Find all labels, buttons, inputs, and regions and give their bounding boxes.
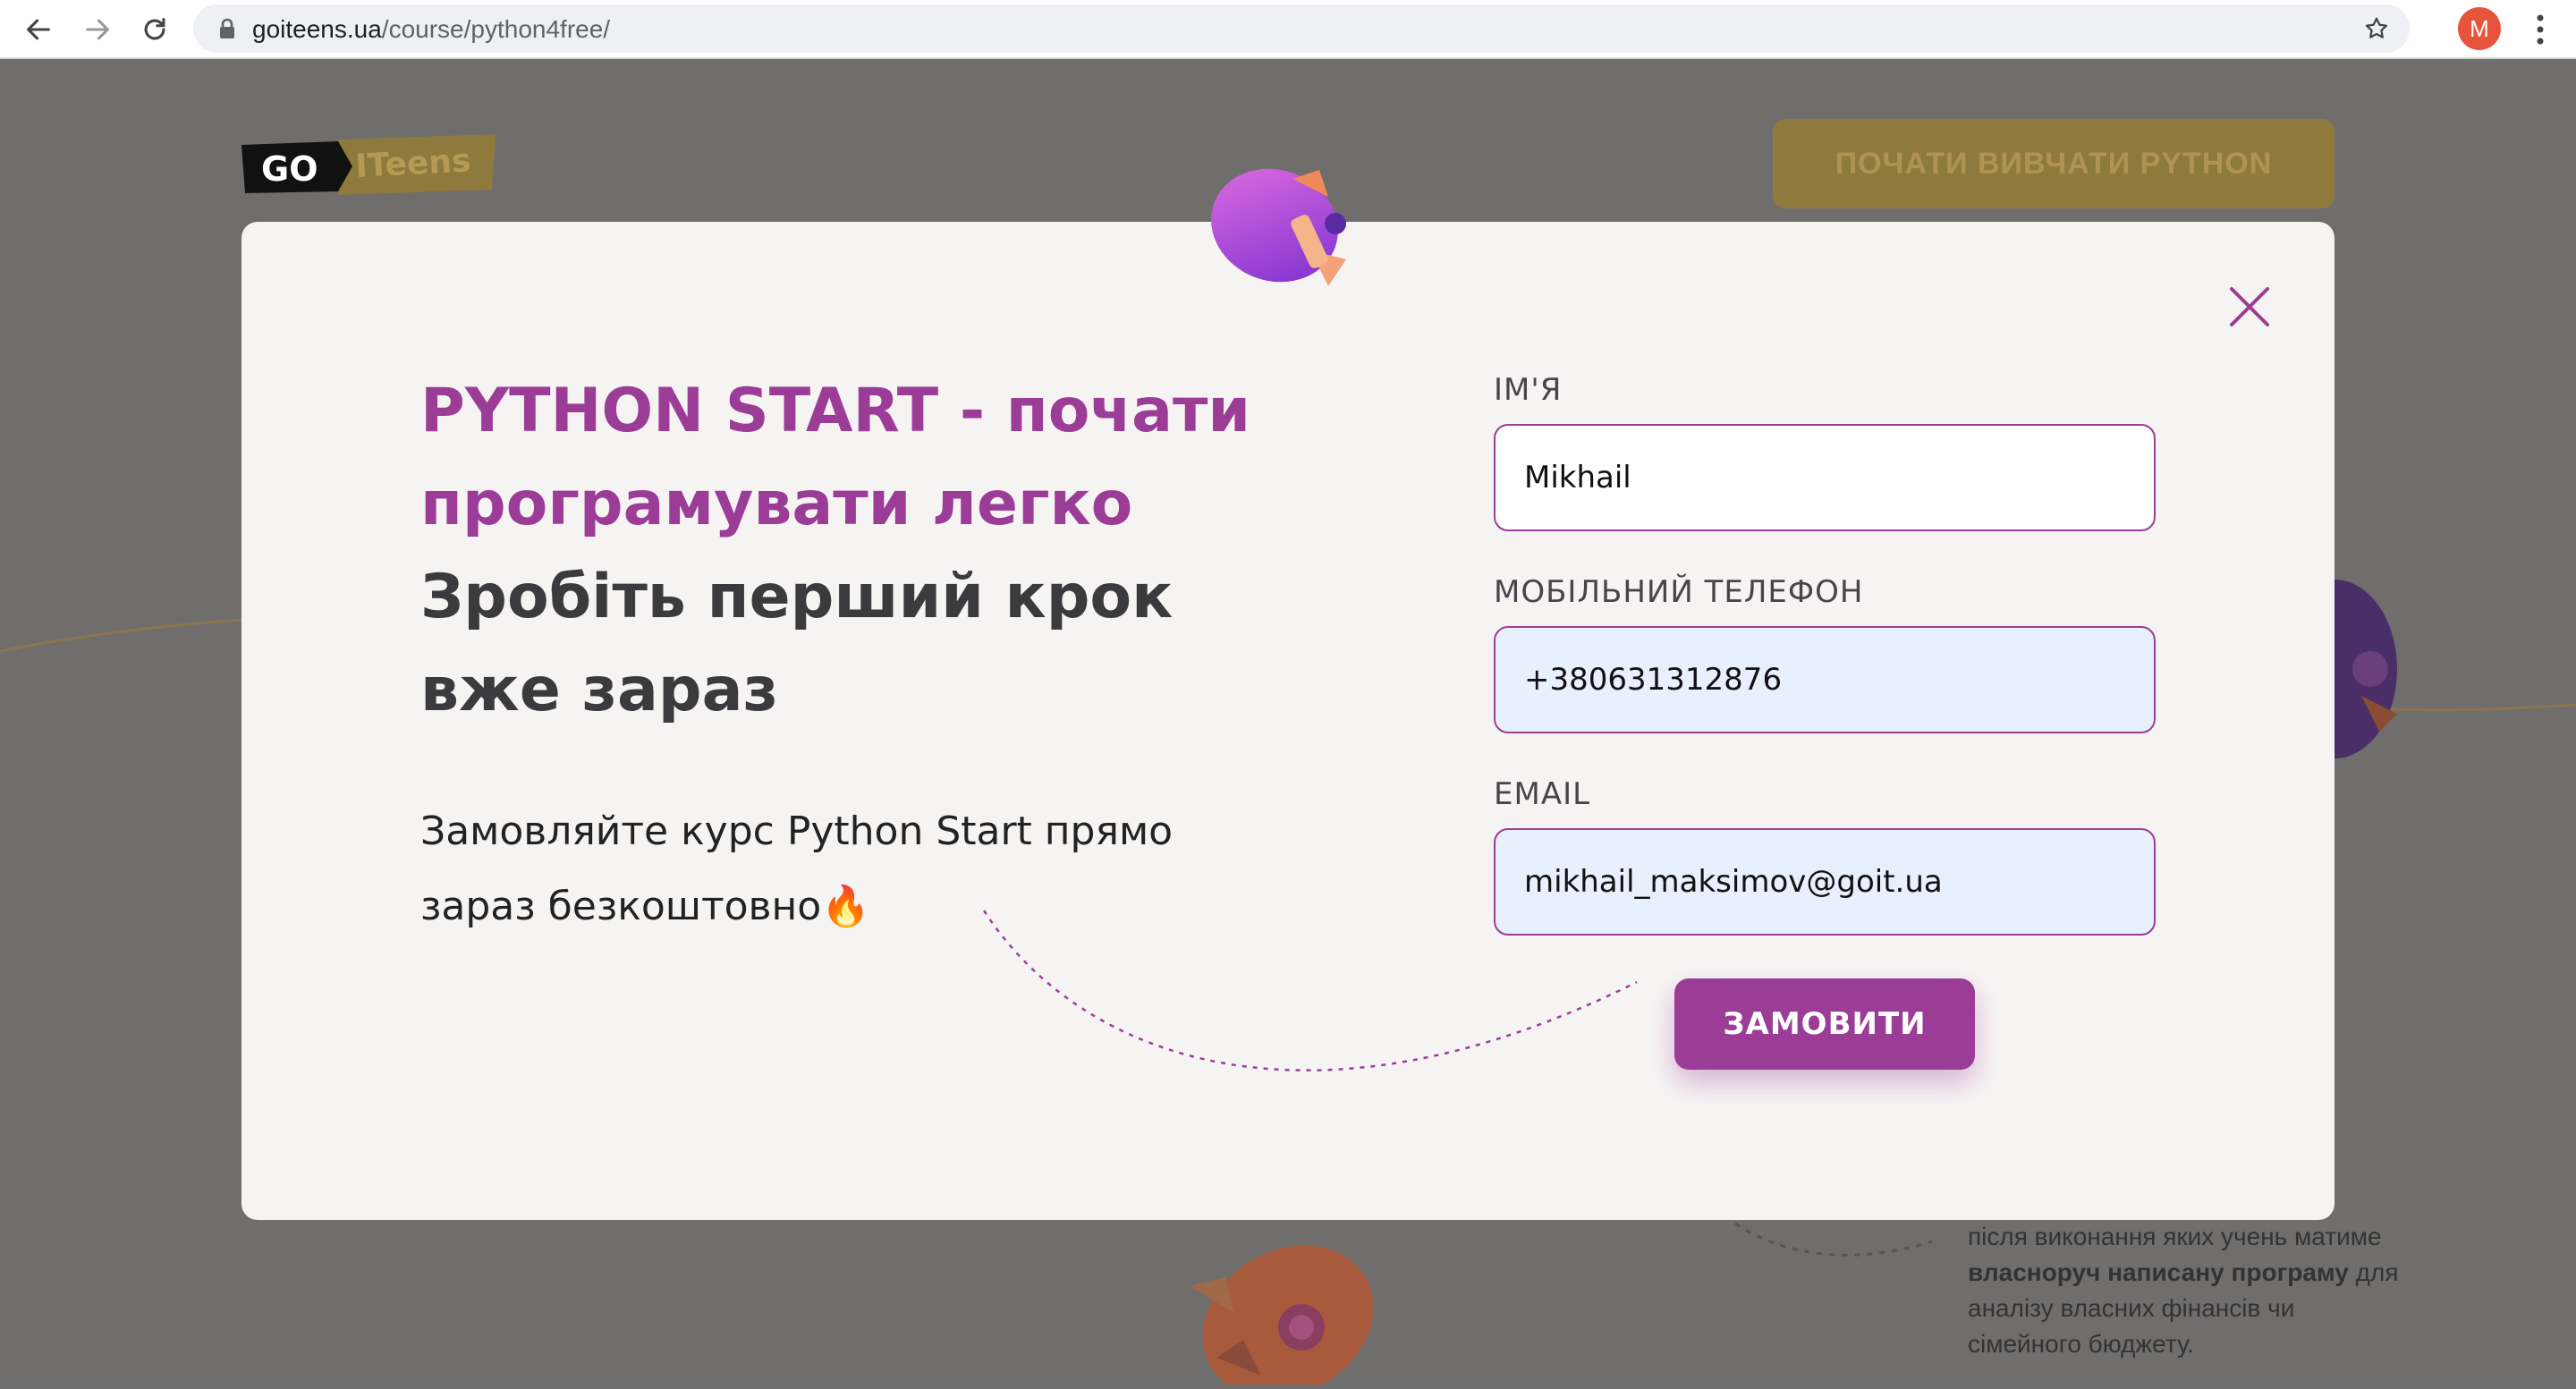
reload-icon[interactable]	[132, 7, 177, 52]
description-bold: власноруч написану програму	[1968, 1258, 2349, 1286]
description-after-bold: для	[2348, 1258, 2399, 1286]
start-learning-button[interactable]: ПОЧАТИ ВИВЧАТИ PYTHON	[1773, 119, 2334, 208]
email-label: EMAIL	[1494, 776, 1591, 812]
email-field[interactable]	[1494, 828, 2156, 936]
headline-accent-line-2: програмувати легко	[420, 469, 1133, 539]
lock-icon	[218, 18, 236, 44]
rocket-icon	[1181, 1241, 1377, 1389]
modal-headline: PYTHON START - почати програмувати легко…	[420, 365, 1315, 737]
description-line-4: сімейного бюджету.	[1968, 1330, 2194, 1358]
url-text: goiteens.ua/course/python4free/	[252, 15, 610, 44]
subtitle-line-2: зараз безкоштовно🔥	[420, 884, 870, 929]
name-label: ІМ'Я	[1494, 372, 1563, 408]
rocket-icon	[1203, 161, 1364, 300]
course-description: після виконання яких учень матиме власно…	[1968, 1219, 2469, 1362]
address-bar[interactable]: goiteens.ua/course/python4free/	[193, 4, 2410, 53]
order-button[interactable]: ЗАМОВИТИ	[1674, 978, 1975, 1070]
signup-modal: PYTHON START - почати програмувати легко…	[242, 222, 2334, 1220]
avatar[interactable]: M	[2458, 7, 2501, 50]
phone-label: МОБІЛЬНИЙ ТЕЛЕФОН	[1494, 574, 1864, 610]
back-arrow-icon[interactable]	[16, 7, 61, 52]
logo-iteens-text: ITeens	[354, 142, 471, 185]
headline-dark-line-1: Зробіть перший крок	[420, 562, 1174, 632]
headline-accent-line-1: PYTHON START - почати	[420, 376, 1251, 446]
phone-field[interactable]	[1494, 626, 2156, 733]
rocket-icon	[2272, 580, 2415, 799]
description-line-1: після виконання яких учень матиме	[1968, 1223, 2382, 1250]
star-icon[interactable]	[2363, 15, 2390, 47]
url-host: goiteens.ua	[252, 15, 382, 43]
name-field[interactable]	[1494, 424, 2156, 531]
forward-arrow-icon[interactable]	[75, 7, 120, 52]
close-icon[interactable]	[2209, 267, 2290, 347]
headline-dark-line-2: вже зараз	[420, 655, 778, 725]
subtitle-line-1: Замовляйте курс Python Start прямо	[420, 809, 1174, 854]
goiteens-logo[interactable]: GO ITeens	[242, 132, 496, 208]
url-path: /course/python4free/	[381, 15, 611, 43]
menu-dots-icon[interactable]	[2522, 9, 2558, 50]
description-line-3: аналізу власних фінансів чи	[1968, 1294, 2295, 1322]
logo-go-text: GO	[261, 149, 318, 189]
browser-toolbar: goiteens.ua/course/python4free/ M	[0, 0, 2576, 59]
